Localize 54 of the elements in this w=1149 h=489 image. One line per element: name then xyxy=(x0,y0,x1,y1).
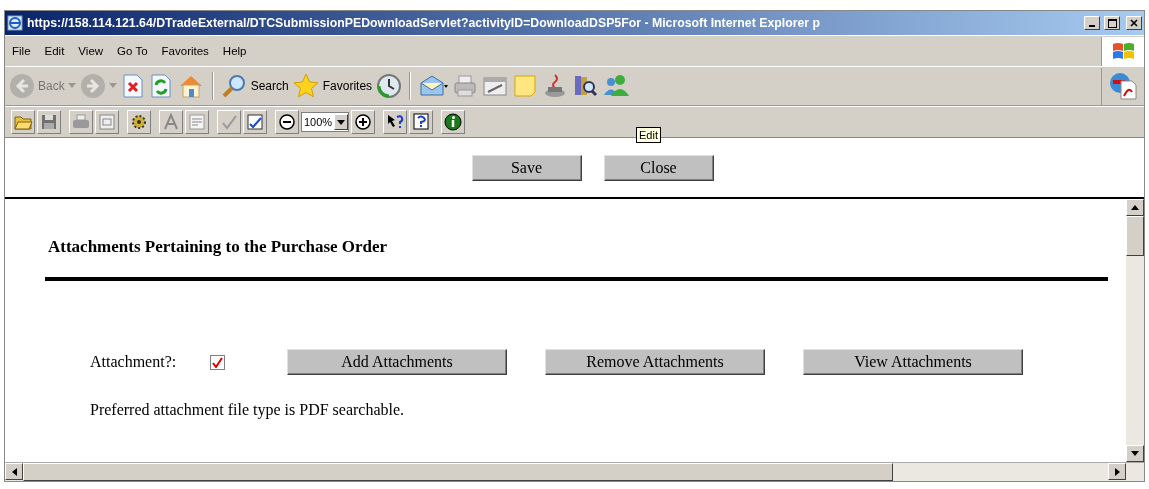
caret-icon xyxy=(337,119,346,125)
zoom-in-icon[interactable] xyxy=(353,112,374,132)
close-button[interactable]: Close xyxy=(603,154,714,181)
browser-icon xyxy=(7,15,23,31)
windows-logo-icon xyxy=(1111,40,1135,62)
zoom-out-icon[interactable] xyxy=(277,112,297,132)
section-heading: Attachments Pertaining to the Purchase Order xyxy=(47,237,389,257)
close-icon xyxy=(1130,19,1138,27)
font-icon[interactable] xyxy=(161,112,181,132)
scroll-up-icon xyxy=(1131,205,1139,210)
file-type-note: Preferred attachment file type is PDF searchable. xyxy=(90,401,406,419)
maximize-button[interactable] xyxy=(1104,16,1120,30)
save-button[interactable]: Save xyxy=(471,154,582,181)
attachment-label: Attachment?: xyxy=(90,353,178,371)
attachment-checkbox[interactable] xyxy=(210,354,225,370)
remove-attachments-button[interactable]: Remove Attachments xyxy=(545,349,765,375)
scroll-right-icon xyxy=(1114,467,1120,476)
search-icon[interactable] xyxy=(220,73,247,99)
pdf-globe-icon[interactable] xyxy=(1109,72,1137,100)
scroll-thumb[interactable] xyxy=(23,463,893,481)
info-icon[interactable] xyxy=(443,112,464,132)
menu-item[interactable]: Favorites xyxy=(154,45,216,57)
help-icon[interactable] xyxy=(411,112,432,132)
menu-item[interactable]: Help xyxy=(215,45,254,57)
star-icon[interactable] xyxy=(292,73,319,99)
vertical-scrollbar[interactable] xyxy=(1126,199,1144,462)
refresh-icon[interactable] xyxy=(148,73,173,99)
tooltip: Edit xyxy=(636,127,661,143)
printer-icon[interactable] xyxy=(452,73,479,99)
scroll-thumb[interactable] xyxy=(1126,216,1144,256)
save-icon[interactable] xyxy=(39,112,59,132)
scroll-left-icon xyxy=(11,467,17,476)
search-button[interactable]: Search xyxy=(250,79,289,93)
zoom-select[interactable]: 100% xyxy=(301,112,350,132)
menu-item[interactable]: File xyxy=(5,45,38,57)
view-attachments-button[interactable]: View Attachments xyxy=(803,349,1023,375)
stop-icon[interactable] xyxy=(120,73,145,99)
book-search-icon[interactable] xyxy=(572,73,599,99)
favorites-button[interactable]: Favorites xyxy=(322,79,373,93)
minimize-button[interactable] xyxy=(1084,16,1100,30)
menu-item[interactable]: Edit xyxy=(37,45,72,57)
spellcheck-icon[interactable] xyxy=(245,112,265,132)
maximize-icon xyxy=(1107,18,1117,28)
menu-item[interactable]: View xyxy=(71,45,111,57)
checkmark-icon xyxy=(212,356,223,368)
menu-item[interactable]: Go To xyxy=(110,45,155,57)
add-attachments-button[interactable]: Add Attachments xyxy=(287,349,507,375)
mail-icon[interactable] xyxy=(418,73,449,99)
history-icon[interactable] xyxy=(376,73,403,99)
close-button[interactable] xyxy=(1126,16,1142,30)
gear-icon[interactable] xyxy=(129,112,149,132)
scroll-down-icon xyxy=(1131,451,1139,456)
horizontal-scrollbar[interactable] xyxy=(5,462,1144,481)
window-title: https://158.114.121.64/DTradeExternal/DTCSubmissionPEDownloadServlet?activityID=DownloadDSP5For - Microsoft Internet Explorer p xyxy=(27,16,821,30)
